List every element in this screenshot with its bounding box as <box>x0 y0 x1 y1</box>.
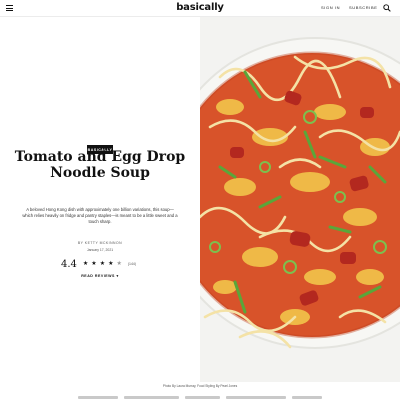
star-rating: ★ ★ ★ ★ ★ <box>83 261 125 267</box>
author-byline[interactable]: BY KETTY MCKINNON <box>0 241 200 245</box>
chevron-down-icon: ▾ <box>116 274 119 278</box>
read-reviews-label: READ REVIEWS <box>81 274 115 278</box>
article-hero: BASICALLY Tomato and Egg Drop Noodle Sou… <box>0 17 200 382</box>
rating-value: 4.4 <box>61 258 77 270</box>
preview-text-bar <box>292 396 322 399</box>
star-icon: ★ <box>91 261 97 267</box>
star-half-icon: ★ <box>116 261 122 267</box>
star-icon: ★ <box>99 261 106 267</box>
preview-text-bar <box>124 396 179 399</box>
title-line-2: Noodle Soup <box>50 165 150 181</box>
next-section-preview <box>50 395 350 400</box>
read-reviews-button[interactable]: READ REVIEWS ▾ <box>0 274 200 278</box>
subscribe-link[interactable]: SUBSCRIBE <box>349 5 378 10</box>
star-icon: ★ <box>108 261 114 267</box>
sign-in-link[interactable]: SIGN IN <box>321 5 340 10</box>
review-count: (144) <box>127 262 137 266</box>
publish-date: January 17, 2021 <box>86 248 114 252</box>
title-line-1: Tomato and Egg Drop <box>14 149 186 165</box>
article-description: A beloved Hong Kong dish with approximat… <box>22 207 178 224</box>
preview-text-bar <box>185 396 220 399</box>
article-title: Tomato and Egg Drop Noodle Soup <box>10 149 190 181</box>
photo-credit: Photo By Laura Murray, Food Styling By P… <box>162 384 238 388</box>
star-icon: ★ <box>82 261 89 267</box>
preview-text-bar <box>226 396 286 399</box>
hero-photo <box>200 17 400 382</box>
preview-text-bar <box>78 396 118 399</box>
search-icon[interactable] <box>383 4 391 12</box>
noodle-soup-image <box>200 17 400 382</box>
rating-summary: 4.4 ★ ★ ★ ★ ★ (144) <box>61 258 136 270</box>
site-header: basically SIGN IN SUBSCRIBE <box>0 0 400 17</box>
